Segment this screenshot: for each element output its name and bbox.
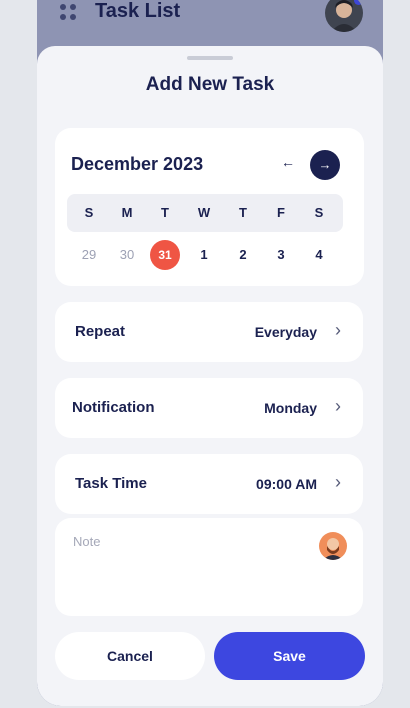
month-label: December 2023 bbox=[71, 154, 204, 174]
weekday-label: S bbox=[314, 205, 324, 220]
weekday-label: S bbox=[84, 205, 94, 220]
weekday-row: S M T W T F S bbox=[67, 194, 343, 232]
weekday-label: M bbox=[121, 205, 133, 220]
notification-dot bbox=[354, 0, 363, 5]
app-title: Task List bbox=[95, 0, 181, 22]
weekday-label: T bbox=[239, 205, 247, 220]
day-cell-selected[interactable]: 31 bbox=[150, 240, 180, 270]
app-screen: Task List Add New Task December 2023 ← →… bbox=[37, 0, 383, 706]
arrow-right-icon[interactable]: → bbox=[310, 150, 340, 180]
task-time-label: Task Time bbox=[75, 475, 147, 492]
task-time-value: 09:00 AM bbox=[256, 476, 317, 492]
day-cell[interactable]: 29 bbox=[73, 240, 105, 270]
add-task-sheet: Add New Task December 2023 ← → S M T W T… bbox=[37, 46, 383, 706]
header: Task List bbox=[37, 0, 383, 50]
repeat-row[interactable]: Repeat Everyday › bbox=[55, 302, 363, 362]
day-cell[interactable]: 30 bbox=[111, 240, 143, 270]
arrow-left-icon[interactable]: ← bbox=[280, 152, 296, 172]
day-cell[interactable]: 1 bbox=[188, 240, 220, 270]
dots-grid-icon[interactable] bbox=[60, 4, 78, 22]
sheet-title: Add New Task bbox=[145, 74, 275, 95]
avatar[interactable] bbox=[325, 0, 363, 32]
day-cell[interactable]: 4 bbox=[303, 240, 335, 270]
notification-row[interactable]: Notification Monday › bbox=[55, 378, 363, 438]
weekday-label: F bbox=[277, 205, 285, 220]
note-placeholder: Note bbox=[73, 534, 101, 549]
weekday-label: T bbox=[161, 205, 169, 220]
chevron-right-icon: › bbox=[335, 396, 341, 416]
day-row: 29 30 31 1 2 3 4 bbox=[67, 240, 343, 270]
chevron-right-icon: › bbox=[335, 472, 341, 492]
notification-label: Notification bbox=[72, 399, 155, 416]
save-button[interactable]: Save bbox=[214, 632, 365, 680]
repeat-label: Repeat bbox=[75, 323, 126, 340]
note-field[interactable]: Note bbox=[55, 518, 363, 616]
chevron-right-icon: › bbox=[335, 320, 341, 340]
task-time-row[interactable]: Task Time 09:00 AM › bbox=[55, 454, 363, 514]
calendar-card: December 2023 ← → S M T W T F S 29 30 31… bbox=[55, 128, 364, 286]
cancel-button[interactable]: Cancel bbox=[55, 632, 205, 680]
day-cell[interactable]: 3 bbox=[265, 240, 297, 270]
day-cell[interactable]: 2 bbox=[227, 240, 259, 270]
notification-value: Monday bbox=[264, 400, 317, 416]
avatar bbox=[319, 532, 347, 560]
weekday-label: W bbox=[197, 205, 211, 220]
user-avatar-icon bbox=[323, 538, 343, 560]
drag-handle[interactable] bbox=[187, 56, 233, 60]
repeat-value: Everyday bbox=[254, 324, 317, 340]
